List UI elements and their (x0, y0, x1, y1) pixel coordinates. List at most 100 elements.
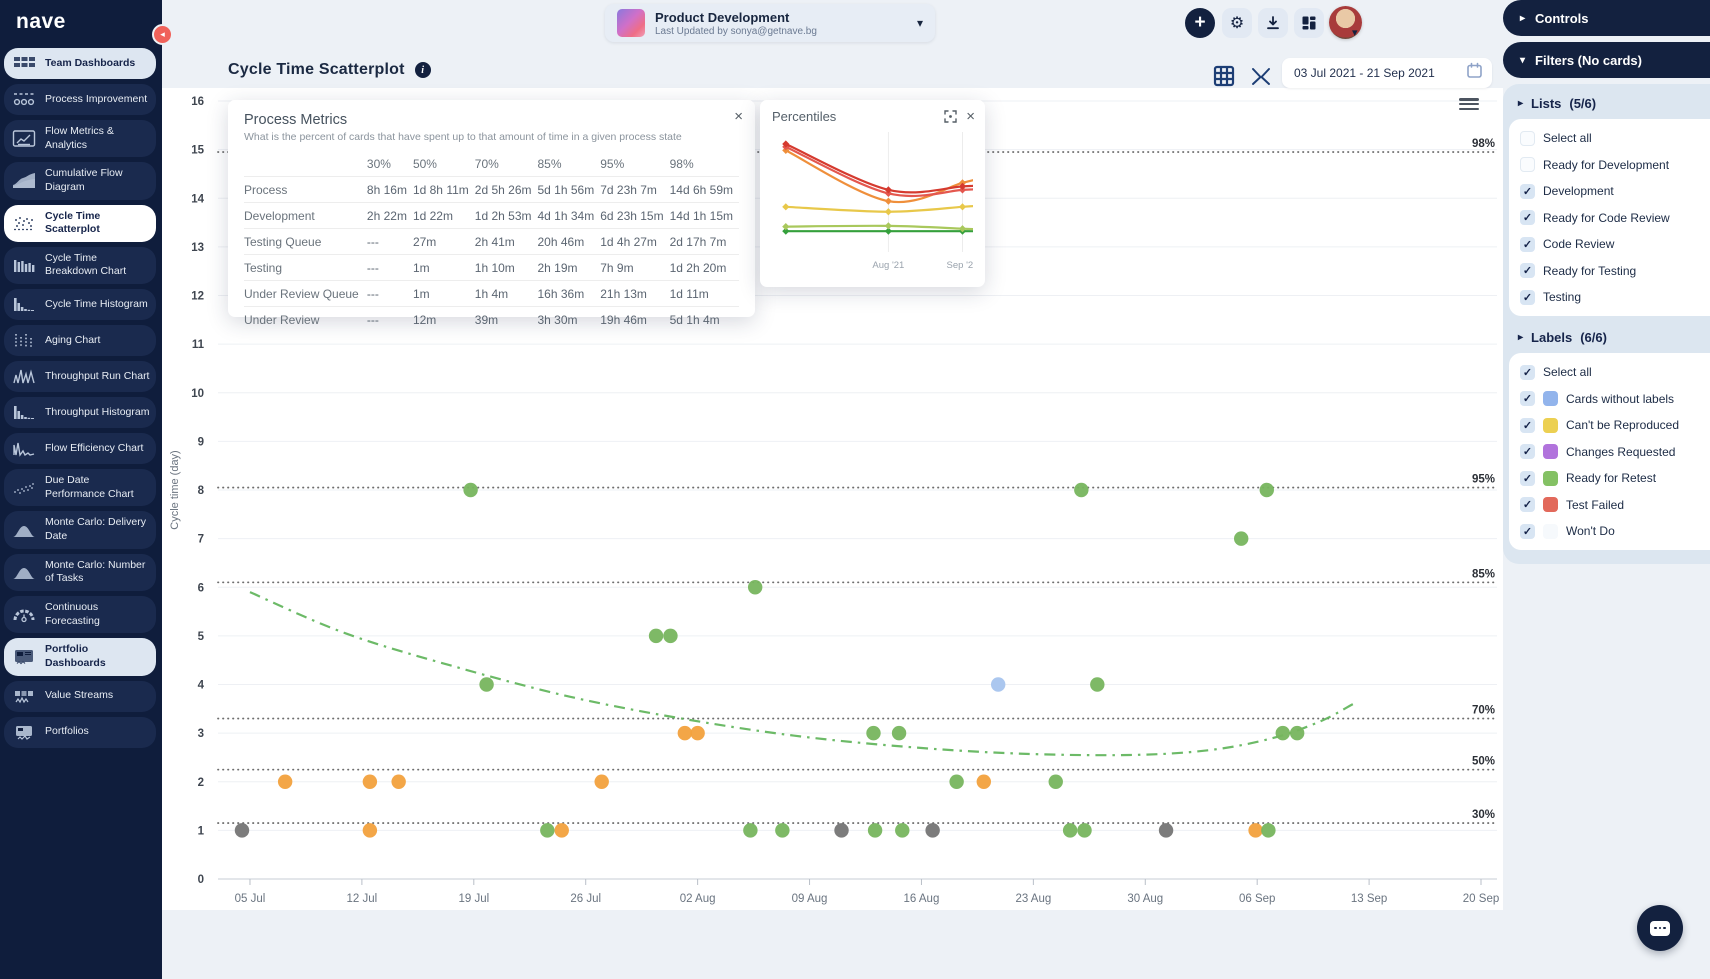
board-selector[interactable]: Product Development Last Updated by sony… (605, 4, 935, 42)
list-filter-testing[interactable]: ✓ Testing (1520, 287, 1702, 307)
percentile-marker (884, 208, 892, 216)
checked-checkbox[interactable]: ✓ (1520, 289, 1535, 305)
table-view-icon[interactable] (1210, 62, 1237, 89)
sidebar-item-cycle-time-histogram[interactable]: Cycle Time Histogram (4, 289, 156, 321)
sidebar-item-monte-carlo-delivery-date[interactable]: Monte Carlo: Delivery Date (4, 511, 156, 549)
sidebar-item-due-date-performance-chart[interactable]: Due Date Performance Chart (4, 469, 156, 507)
sidebar-item-flow-metrics-analytics[interactable]: Flow Metrics & Analytics (4, 120, 156, 158)
checked-checkbox[interactable]: ✓ (1520, 210, 1535, 225)
table-cell: 1d 4h 27m (600, 228, 670, 255)
sidebar-item-portfolio-dashboards[interactable]: Portfolio Dashboards (4, 638, 156, 676)
chevron-right-icon: ▸ (1520, 12, 1526, 24)
close-icon[interactable]: × (966, 109, 975, 124)
controls-panel-toggle[interactable]: ▸ Controls (1503, 0, 1710, 36)
table-cell: 1h 10m (474, 254, 538, 281)
percentiles-mini-chart[interactable]: Aug '21 Sep '21 (772, 124, 978, 276)
cycle-time-scatterplot-chart-card: 05 Jul 12 Jul 19 Jul 26 Jul 02 Aug 09 Aug 16 A… (162, 88, 1503, 910)
row-label: Under Review Queue (244, 280, 367, 307)
checked-checkbox[interactable]: ✓ (1520, 417, 1535, 433)
svg-text:9: 9 (198, 436, 204, 448)
unchecked-checkbox[interactable] (1520, 157, 1535, 172)
process-metrics-subtitle: What is the percent of cards that have s… (244, 131, 682, 143)
table-cell: 14d 6h 59m (669, 176, 739, 203)
label-filter-can-t-be-reproduced[interactable]: ✓ Can't be Reproduced (1520, 415, 1702, 435)
scatter-point (949, 774, 964, 789)
svg-text:12 Jul: 12 Jul (347, 893, 378, 905)
label-filter-test-failed[interactable]: ✓ Test Failed (1520, 495, 1702, 515)
list-filter-select-all[interactable]: Select all (1520, 128, 1702, 148)
table-cell: 19h 46m (600, 306, 670, 332)
sidebar-item-cycle-time-breakdown-chart[interactable]: Cycle Time Breakdown Chart (4, 246, 156, 285)
board-title: Product Development (655, 9, 790, 25)
date-range-value: 03 Jul 2021 - 21 Sep 2021 (1294, 66, 1435, 80)
percentile-marker (782, 203, 790, 211)
svg-text:20 Sep: 20 Sep (1463, 893, 1499, 905)
sidebar-item-cycle-time-scatterplot[interactable]: Cycle Time Scatterplot (4, 204, 156, 242)
checked-checkbox[interactable]: ✓ (1520, 263, 1535, 278)
sidebar-item-team-dashboards[interactable]: Team Dashboards (4, 48, 156, 79)
label-filter-won-t-do[interactable]: ✓ Won't Do (1520, 521, 1702, 541)
checked-checkbox[interactable]: ✓ (1520, 444, 1535, 459)
sidebar-item-process-improvement[interactable]: Process Improvement (4, 84, 156, 115)
checked-checkbox[interactable]: ✓ (1520, 523, 1535, 539)
table-corner-cell (244, 152, 367, 177)
chevron-right-icon: ▸ (1518, 97, 1524, 109)
checked-checkbox[interactable]: ✓ (1520, 497, 1535, 512)
list-filter-ready-for-development[interactable]: Ready for Development (1520, 155, 1702, 175)
scatter-view-icon[interactable] (1247, 62, 1274, 89)
checked-checkbox[interactable]: ✓ (1520, 391, 1535, 406)
sidebar-item-cumulative-flow-diagram[interactable]: Cumulative Flow Diagram (4, 162, 156, 200)
checked-checkbox[interactable]: ✓ (1520, 364, 1535, 380)
checked-checkbox[interactable]: ✓ (1520, 236, 1535, 252)
scatter-point (554, 823, 569, 838)
table-cell: 20h 46m (537, 228, 601, 255)
label-filter-select-all[interactable]: ✓ Select all (1520, 362, 1702, 382)
list-filter-development[interactable]: ✓ Development (1520, 181, 1702, 201)
left-sidebar: nave Team Dashboards Process Improvement F… (0, 0, 162, 979)
checked-checkbox[interactable]: ✓ (1520, 183, 1535, 199)
lists-section-header[interactable]: ▸ Lists (5/6) (1508, 88, 1710, 118)
table-row: Under Review Queue --- 1m 1h 4m 16h 36m 21h 1… (244, 280, 739, 307)
sidebar-item-throughput-run-chart[interactable]: Throughput Run Chart (4, 361, 156, 393)
svg-text:13 Sep: 13 Sep (1351, 893, 1387, 905)
expand-icon[interactable] (944, 110, 957, 123)
gear-icon[interactable]: ⚙ (1222, 8, 1252, 38)
sidebar-collapse-button[interactable]: ◂ (152, 24, 173, 45)
chart-menu-button[interactable] (1459, 96, 1479, 112)
sidebar-item-throughput-histogram[interactable]: Throughput Histogram (4, 397, 156, 429)
unchecked-checkbox[interactable] (1520, 130, 1535, 146)
filters-panel-toggle[interactable]: ▾ Filters (No cards) (1503, 42, 1710, 78)
labels-section-header[interactable]: ▸ Labels (6/6) (1508, 322, 1710, 352)
chat-button[interactable] (1637, 905, 1683, 951)
table-cell: 1d 11m (669, 280, 739, 307)
list-filter-ready-for-code-review[interactable]: ✓ Ready for Code Review (1520, 208, 1702, 228)
label-filter-cards-without-labels[interactable]: ✓ Cards without labels (1520, 389, 1702, 409)
sidebar-item-flow-efficiency-chart[interactable]: Flow Efficiency Chart (4, 433, 156, 465)
sidebar-item-monte-carlo-number-of-tasks[interactable]: Monte Carlo: Number of Tasks (4, 553, 156, 591)
scatter-point (990, 677, 1006, 692)
list-filter-ready-for-testing[interactable]: ✓ Ready for Testing (1520, 261, 1702, 281)
sidebar-item-label: Throughput Histogram (45, 405, 150, 418)
sidebar-item-aging-chart[interactable]: Aging Chart (4, 325, 156, 357)
table-cell: 14d 1h 15m (669, 202, 739, 229)
label-filter-ready-for-retest[interactable]: ✓ Ready for Retest (1520, 468, 1702, 488)
table-cell: 39m (474, 306, 538, 332)
checked-checkbox[interactable]: ✓ (1520, 470, 1535, 486)
date-range-picker[interactable]: 03 Jul 2021 - 21 Sep 2021 (1282, 58, 1492, 88)
controls-label: Controls (1535, 10, 1589, 26)
close-icon[interactable]: × (734, 109, 743, 124)
add-button[interactable]: + (1185, 8, 1215, 38)
label-filter-changes-requested[interactable]: ✓ Changes Requested (1520, 442, 1702, 462)
download-icon[interactable] (1258, 8, 1288, 38)
percentiles-popup: Percentiles × Aug '21Sep '21 (760, 100, 985, 287)
apps-grid-icon[interactable] (1294, 8, 1324, 38)
list-filter-code-review[interactable]: ✓ Code Review (1520, 234, 1702, 254)
sidebar-item-portfolios[interactable]: Portfolios (4, 716, 156, 748)
monte-carlo-delivery-date-icon (10, 520, 38, 540)
sidebar-item-value-streams[interactable]: Value Streams (4, 680, 156, 712)
table-cell: --- (366, 306, 413, 332)
scatter-point (648, 628, 664, 644)
svg-text:05 Jul: 05 Jul (235, 893, 266, 905)
info-icon[interactable]: i (414, 62, 431, 78)
sidebar-item-continuous-forecasting[interactable]: Continuous Forecasting (4, 595, 156, 634)
